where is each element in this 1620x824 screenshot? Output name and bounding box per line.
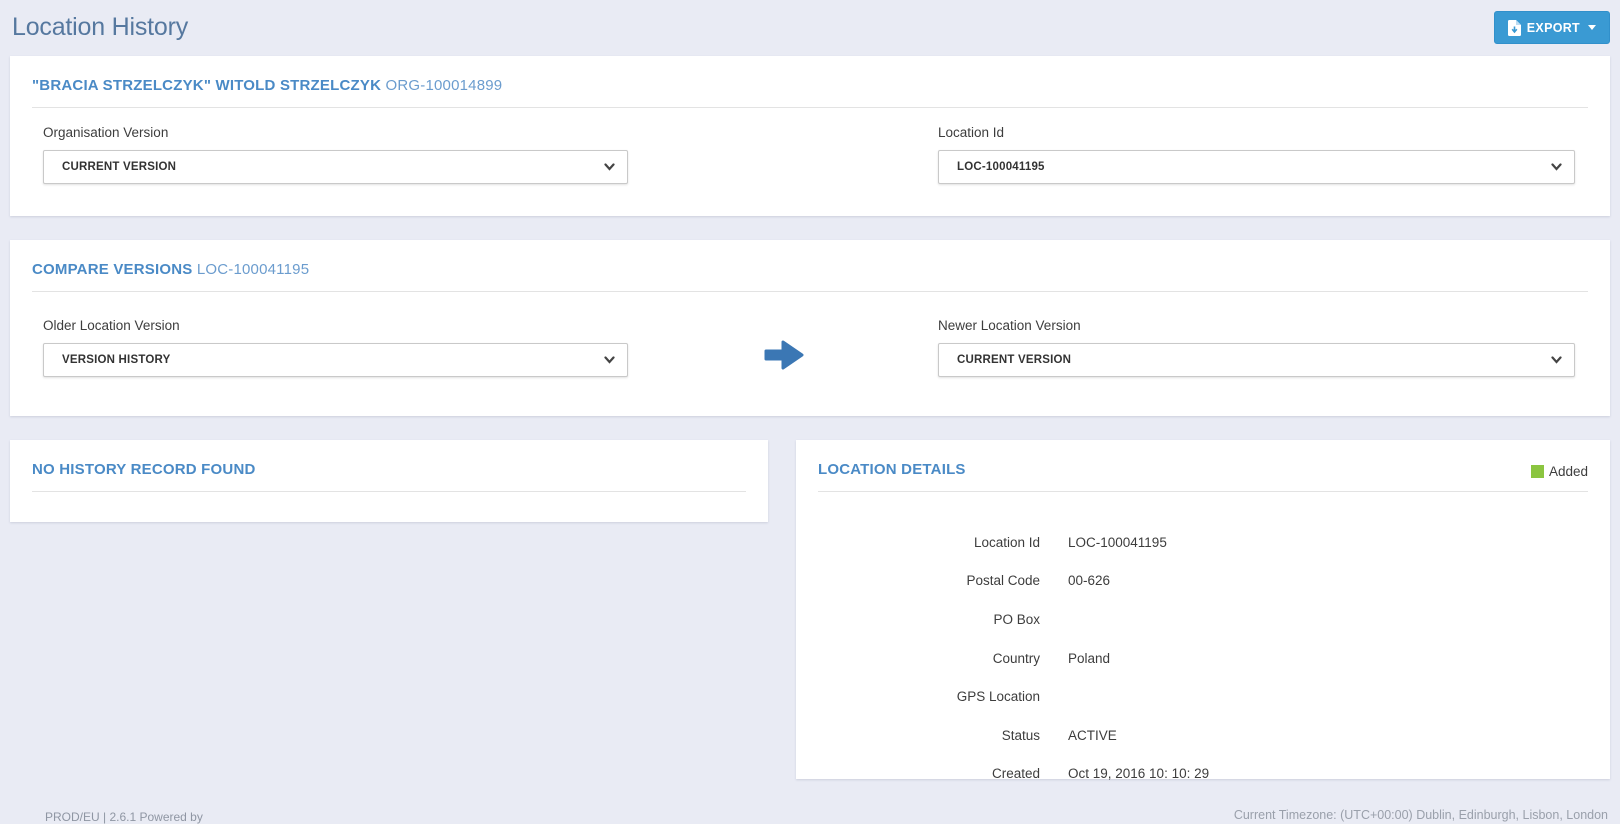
detail-row-po-box: PO Box xyxy=(818,600,1588,639)
older-version-label: Older Location Version xyxy=(43,318,628,333)
export-file-icon xyxy=(1508,20,1521,36)
chevron-down-icon xyxy=(604,356,615,364)
location-id-label: Location Id xyxy=(938,125,1575,140)
location-id-value: LOC-100041195 xyxy=(957,161,1045,173)
organisation-version-value: CURRENT VERSION xyxy=(62,161,176,173)
organisation-id: ORG-100014899 xyxy=(385,77,502,94)
compare-versions-heading: COMPARE VERSIONS LOC-100041195 xyxy=(32,240,1588,292)
detail-row-status: Status ACTIVE xyxy=(818,716,1588,755)
organisation-panel: "BRACIA STRZELCZYK" WITOLD STRZELCZYK OR… xyxy=(10,56,1610,216)
page-title: Location History xyxy=(12,13,188,42)
history-panel: NO HISTORY RECORD FOUND xyxy=(10,440,768,522)
location-details-list: Location Id LOC-100041195 Postal Code 00… xyxy=(818,523,1588,793)
version-footer-text: PROD/EU | 2.6.1 Powered by xyxy=(45,810,203,824)
location-id-select[interactable]: LOC-100041195 xyxy=(938,150,1575,184)
added-legend-label: Added xyxy=(1549,464,1588,479)
detail-row-postal-code: Postal Code 00-626 xyxy=(818,562,1588,601)
no-history-heading: NO HISTORY RECORD FOUND xyxy=(32,440,746,492)
organisation-name: "BRACIA STRZELCZYK" WITOLD STRZELCZYK xyxy=(32,77,381,94)
detail-row-location-id: Location Id LOC-100041195 xyxy=(818,523,1588,562)
detail-row-country: Country Poland xyxy=(818,639,1588,678)
organisation-heading: "BRACIA STRZELCZYK" WITOLD STRZELCZYK OR… xyxy=(32,56,1588,108)
older-version-value: VERSION HISTORY xyxy=(62,354,170,366)
added-swatch-icon xyxy=(1531,465,1544,478)
chevron-down-icon xyxy=(1551,163,1562,171)
added-legend: Added xyxy=(1531,464,1588,479)
chevron-down-icon xyxy=(604,163,615,171)
detail-row-created: Created Oct 19, 2016 10: 10: 29 xyxy=(818,755,1588,794)
export-button[interactable]: EXPORT xyxy=(1494,11,1610,44)
detail-row-gps-location: GPS Location xyxy=(818,677,1588,716)
caret-down-icon xyxy=(1588,25,1596,30)
newer-version-label: Newer Location Version xyxy=(938,318,1575,333)
chevron-down-icon xyxy=(1551,356,1562,364)
organisation-version-label: Organisation Version xyxy=(43,125,628,140)
arrow-right-icon xyxy=(762,336,806,374)
organisation-version-select[interactable]: CURRENT VERSION xyxy=(43,150,628,184)
location-details-panel: LOCATION DETAILS Added Location Id LOC-1… xyxy=(796,440,1610,779)
newer-version-value: CURRENT VERSION xyxy=(957,354,1071,366)
compare-versions-location-id: LOC-100041195 xyxy=(197,261,309,278)
older-version-select[interactable]: VERSION HISTORY xyxy=(43,343,628,377)
location-details-heading: LOCATION DETAILS xyxy=(818,440,1588,492)
newer-version-select[interactable]: CURRENT VERSION xyxy=(938,343,1575,377)
export-button-label: EXPORT xyxy=(1527,21,1580,35)
compare-versions-title: COMPARE VERSIONS xyxy=(32,261,192,278)
compare-versions-panel: COMPARE VERSIONS LOC-100041195 Older Loc… xyxy=(10,240,1610,416)
